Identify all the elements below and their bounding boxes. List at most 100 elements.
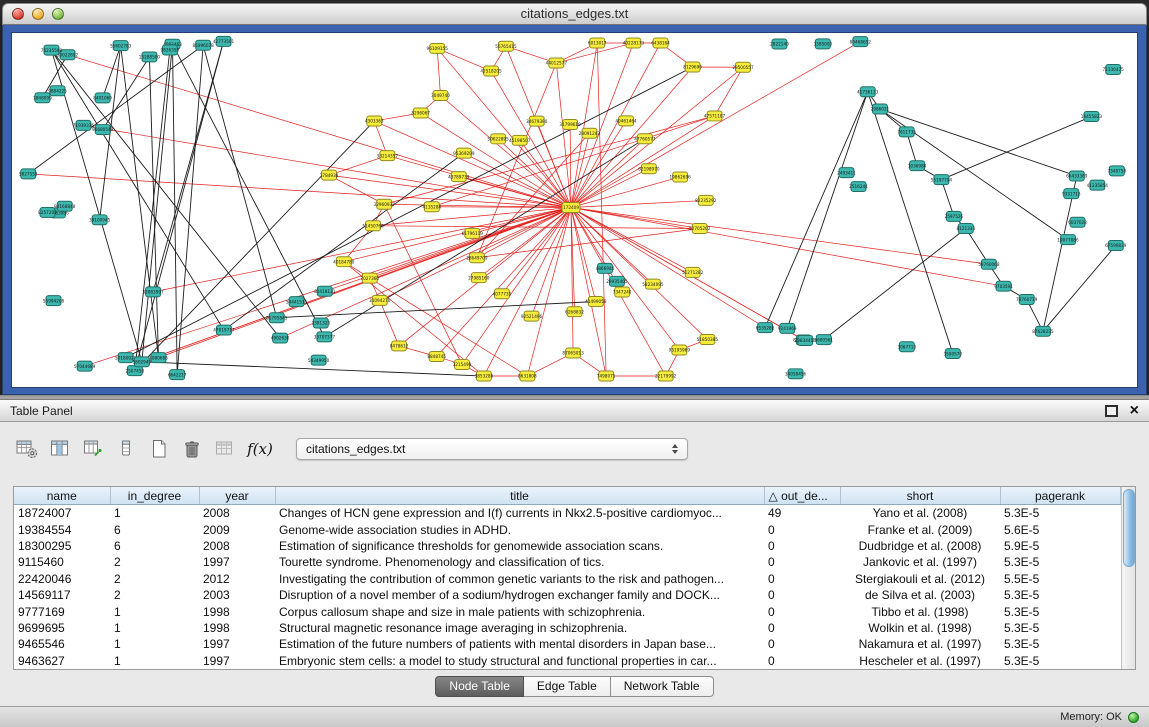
svg-text:41235854: 41235854 <box>1087 183 1109 188</box>
svg-text:8848745: 8848745 <box>427 354 446 359</box>
delete-table-button[interactable] <box>179 436 205 462</box>
table-row[interactable]: 946554611997Estimation of the future num… <box>14 636 1120 652</box>
zoom-window-button[interactable] <box>52 8 64 20</box>
svg-text:71130475: 71130475 <box>1103 67 1125 72</box>
column-header-out-degree[interactable]: △ out_de... <box>764 487 840 505</box>
svg-text:52705202: 52705202 <box>689 226 711 231</box>
svg-text:54349950: 54349950 <box>308 358 330 363</box>
table-row[interactable]: 1938455462009Genome-wide association stu… <box>14 521 1120 537</box>
close-window-button[interactable] <box>12 8 24 20</box>
graph-edge <box>142 208 571 362</box>
svg-text:1036984: 1036984 <box>908 163 927 168</box>
svg-text:55994208: 55994208 <box>43 298 65 303</box>
svg-text:5080686: 5080686 <box>149 355 168 360</box>
table-scrollbar[interactable] <box>1121 487 1136 669</box>
graph-edge <box>941 180 953 217</box>
svg-text:47760577: 47760577 <box>634 136 656 141</box>
table-row[interactable]: 911546021997Tourette syndrome. Phenomeno… <box>14 554 1120 570</box>
delete-column-button[interactable] <box>113 436 139 462</box>
svg-text:87628235: 87628235 <box>1032 329 1054 334</box>
svg-text:7611735: 7611735 <box>897 130 916 135</box>
svg-text:6642217: 6642217 <box>168 372 187 377</box>
svg-text:96109155: 96109155 <box>427 46 449 51</box>
graph-edge <box>1043 245 1116 331</box>
column-header-title[interactable]: title <box>275 487 764 505</box>
svg-text:80468652: 80468652 <box>850 39 872 44</box>
svg-text:41736133: 41736133 <box>857 89 879 94</box>
graph-edge <box>571 169 649 208</box>
table-row[interactable]: 969969511998Structural magnetic resonanc… <box>14 620 1120 636</box>
table-selector-dropdown[interactable]: citations_edges.txt <box>296 438 688 460</box>
table-selector-value: citations_edges.txt <box>306 442 405 456</box>
svg-text:29935405: 29935405 <box>606 279 628 284</box>
create-column-button[interactable] <box>80 436 106 462</box>
table-row[interactable]: 1830029562008Estimation of significance … <box>14 538 1120 554</box>
trash-icon <box>182 439 202 460</box>
svg-text:9826358: 9826358 <box>161 48 180 53</box>
window-titlebar[interactable]: citations_edges.txt <box>2 3 1147 25</box>
svg-text:43789739: 43789739 <box>448 174 470 179</box>
tab-network-table[interactable]: Network Table <box>611 676 714 697</box>
column-header-pagerank[interactable]: pagerank <box>1000 487 1120 505</box>
svg-text:6037028: 6037028 <box>1068 220 1087 225</box>
svg-text:4866944: 4866944 <box>596 266 615 271</box>
graph-edge <box>380 300 399 346</box>
svg-text:66433369: 66433369 <box>1066 174 1088 179</box>
function-builder-button[interactable]: f(x) <box>245 436 275 462</box>
table-toolbar: f(x) citations_edges.txt <box>14 432 1135 466</box>
table-row[interactable]: 2242004622012Investigating the contribut… <box>14 571 1120 587</box>
svg-text:33707377: 33707377 <box>314 335 336 340</box>
table-row[interactable]: 946362711997Embryonic stem cells: a mode… <box>14 653 1120 669</box>
svg-text:42773501: 42773501 <box>213 39 235 44</box>
table-row[interactable]: 1456911722003Disruption of a novel membe… <box>14 587 1120 603</box>
svg-text:19077886: 19077886 <box>1057 237 1079 242</box>
column-icon <box>119 439 133 459</box>
column-header-in-degree[interactable]: in_degree <box>110 487 199 505</box>
svg-text:6438164: 6438164 <box>651 41 670 46</box>
svg-text:61796119: 61796119 <box>462 231 484 236</box>
svg-text:3067713: 3067713 <box>897 344 916 349</box>
network-graph-canvas[interactable]: 3002269242773501762355905560278313288500… <box>11 32 1138 388</box>
svg-text:96680549: 96680549 <box>92 127 114 132</box>
memory-status-indicator <box>1128 712 1139 723</box>
float-panel-icon[interactable] <box>1105 405 1118 417</box>
attribute-table: name in_degree year title △ out_de... sh… <box>14 487 1121 669</box>
graph-edge <box>477 229 700 258</box>
svg-text:5827553: 5827553 <box>19 172 38 177</box>
svg-text:59760068: 59760068 <box>978 262 1000 267</box>
combo-arrows-icon <box>672 444 678 454</box>
svg-text:51450769: 51450769 <box>362 223 384 228</box>
svg-text:76235590: 76235590 <box>41 48 63 53</box>
columns-icon <box>50 439 70 459</box>
graph-edge <box>597 43 606 376</box>
new-table-button[interactable] <box>146 436 172 462</box>
column-header-name[interactable]: name <box>14 487 110 505</box>
import-table-button[interactable] <box>212 436 238 462</box>
minimize-window-button[interactable] <box>32 8 44 20</box>
column-header-year[interactable]: year <box>199 487 275 505</box>
svg-text:67590839: 67590839 <box>1105 243 1127 248</box>
svg-text:2493411: 2493411 <box>837 170 856 175</box>
graph-edge <box>135 50 170 371</box>
graph-edge <box>571 208 989 265</box>
svg-text:32883997: 32883997 <box>142 290 164 295</box>
svg-text:55602783: 55602783 <box>110 43 132 48</box>
svg-text:78760719: 78760719 <box>1016 297 1038 302</box>
graph-edge <box>824 228 966 339</box>
table-row[interactable]: 977716911998Corpus callosum shape and si… <box>14 603 1120 619</box>
svg-text:33214357: 33214357 <box>377 153 399 158</box>
table-mode-button[interactable] <box>14 436 40 462</box>
svg-text:95369299: 95369299 <box>453 151 475 156</box>
column-header-short[interactable]: short <box>840 487 1000 505</box>
svg-text:28649709: 28649709 <box>466 255 488 260</box>
svg-text:6013017: 6013017 <box>588 41 607 46</box>
svg-text:8478612: 8478612 <box>390 344 409 349</box>
tab-node-table[interactable]: Node Table <box>435 676 524 697</box>
close-panel-icon[interactable]: × <box>1130 404 1139 418</box>
tab-edge-table[interactable]: Edge Table <box>524 676 611 697</box>
show-hide-columns-button[interactable] <box>47 436 73 462</box>
svg-text:29500557: 29500557 <box>732 65 754 70</box>
scrollbar-thumb[interactable] <box>1123 489 1135 567</box>
graph-edge <box>153 41 223 291</box>
table-row[interactable]: 1872400712008Changes of HCN gene express… <box>14 505 1120 522</box>
